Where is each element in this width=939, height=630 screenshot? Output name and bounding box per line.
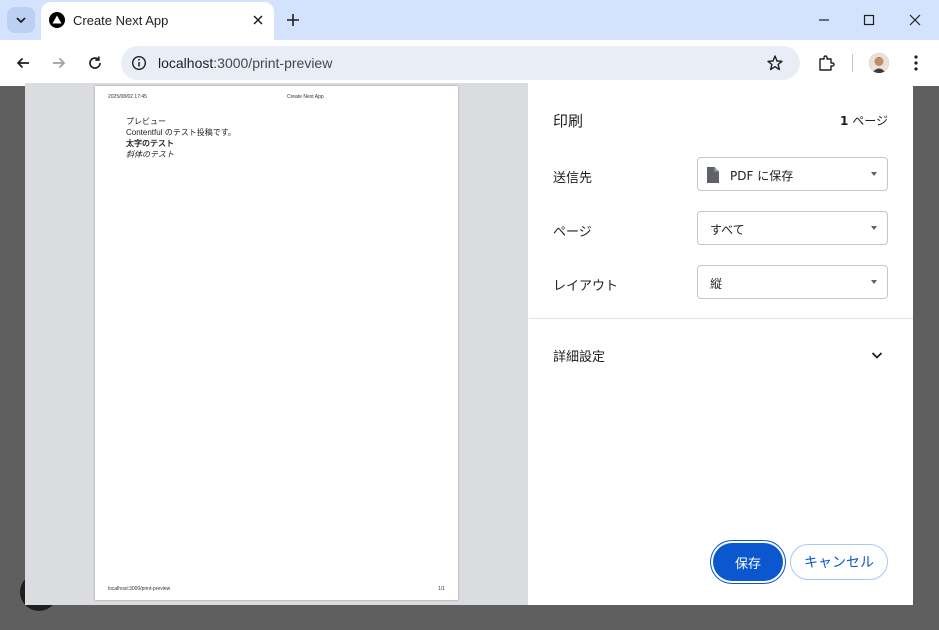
sheet-footer-page: 1/1 xyxy=(438,586,445,592)
maximize-icon[interactable] xyxy=(859,10,879,30)
preview-sheet: 2025/08/02 17:45 Create Next App プレビュー C… xyxy=(95,86,458,600)
layout-label: レイアウト xyxy=(553,279,619,294)
new-tab-icon[interactable] xyxy=(284,11,302,29)
close-window-icon[interactable] xyxy=(905,10,925,30)
sheet-line: Contentful のテスト投稿です。 xyxy=(126,128,236,137)
close-tab-icon[interactable] xyxy=(250,12,266,28)
minimize-icon[interactable] xyxy=(814,10,834,30)
url-text[interactable]: localhost:3000/print-preview xyxy=(158,55,332,71)
pages-label: ページ xyxy=(553,225,592,240)
dropdown-caret-icon xyxy=(871,280,877,284)
layout-value: 縦 xyxy=(710,277,723,291)
pages-value: すべて xyxy=(710,223,745,237)
bookmark-star-icon[interactable] xyxy=(766,54,784,72)
profile-avatar[interactable] xyxy=(869,53,889,73)
sheet-heading: プレビュー xyxy=(126,117,166,126)
settings-divider xyxy=(529,318,913,319)
sheet-header-title: Create Next App xyxy=(287,94,324,100)
more-menu-icon[interactable] xyxy=(913,53,919,73)
print-dialog-title: 印刷 xyxy=(553,112,584,130)
destination-value: PDF に保存 xyxy=(730,169,794,183)
site-info-icon[interactable] xyxy=(131,55,147,71)
layout-select[interactable]: 縦 xyxy=(697,265,888,299)
tab-search-button[interactable] xyxy=(7,7,35,33)
chevron-down-icon xyxy=(16,17,26,24)
toolbar-separator xyxy=(852,54,853,72)
destination-select[interactable]: PDF に保存 xyxy=(697,157,888,191)
pdf-file-icon xyxy=(707,167,719,183)
sheet-bold-line: 太字のテスト xyxy=(126,139,174,148)
back-icon[interactable] xyxy=(13,53,33,73)
sheet-footer-url: localhost:3000/print-preview xyxy=(108,586,171,592)
dropdown-caret-icon xyxy=(871,226,877,230)
page-count: 1 ページ xyxy=(840,114,888,128)
cancel-button[interactable]: キャンセル xyxy=(790,544,888,580)
tab-title: Create Next App xyxy=(73,13,169,28)
save-button[interactable]: 保存 xyxy=(713,543,783,581)
extensions-puzzle-icon[interactable] xyxy=(817,54,835,72)
forward-icon[interactable] xyxy=(49,53,69,73)
sheet-header-date: 2025/08/02 17:45 xyxy=(108,94,147,100)
destination-label: 送信先 xyxy=(553,171,593,186)
nextjs-favicon-icon xyxy=(49,12,65,28)
reload-icon[interactable] xyxy=(85,53,105,73)
advanced-settings-label[interactable]: 詳細設定 xyxy=(553,346,605,365)
chevron-down-icon[interactable] xyxy=(869,347,885,363)
dropdown-caret-icon xyxy=(871,172,877,176)
sheet-content: プレビュー Contentful のテスト投稿です。 太字のテスト 斜体のテスト xyxy=(126,116,236,160)
sheet-italic-line: 斜体のテスト xyxy=(126,150,174,159)
pages-select[interactable]: すべて xyxy=(697,211,888,245)
